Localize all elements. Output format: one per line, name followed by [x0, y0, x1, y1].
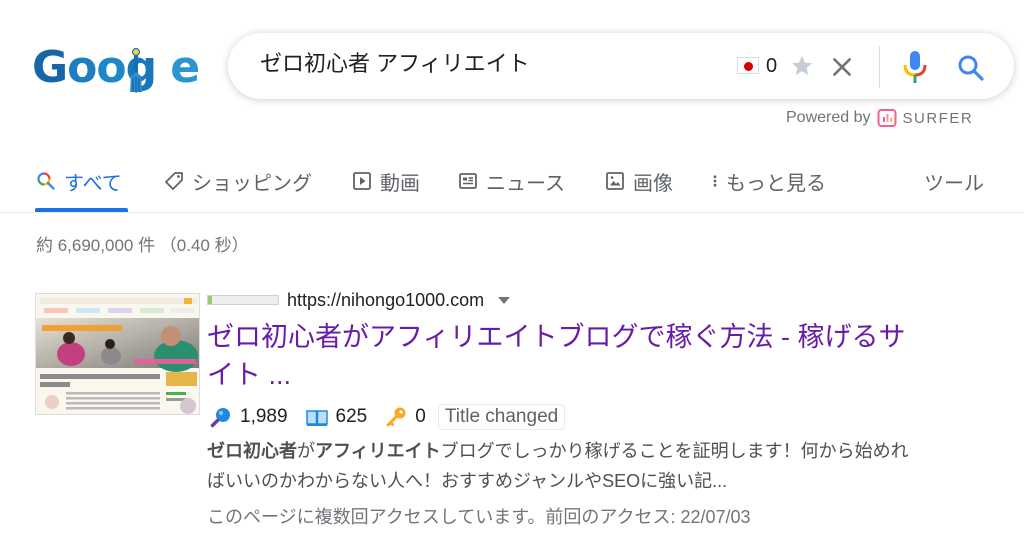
- close-icon[interactable]: [829, 54, 855, 80]
- tab-news[interactable]: ニュース: [458, 166, 565, 196]
- metric-value: 0: [415, 406, 426, 427]
- google-logo-text: Google: [32, 42, 200, 94]
- tab-videos[interactable]: 動画: [352, 166, 420, 196]
- active-tab-indicator: [35, 208, 128, 212]
- metric-value: 1,989: [240, 406, 288, 427]
- visited-note: このページに複数回アクセスしています。前回のアクセス: 22/07/03: [207, 507, 751, 527]
- news-icon: [459, 173, 477, 189]
- search-icon: [37, 172, 55, 190]
- result-stats: 約 6,690,000 件 （0.40 秒）: [36, 236, 249, 255]
- thumbnail-image: [36, 294, 199, 414]
- logo-letter: o: [96, 42, 126, 93]
- image-icon: [606, 172, 624, 190]
- keyword-counter: 0: [766, 55, 778, 77]
- graduation-tassel-icon: [130, 48, 142, 93]
- mic-icon[interactable]: [901, 50, 929, 84]
- tab-more[interactable]: もっと見る: [708, 166, 826, 196]
- logo-letter: o: [67, 42, 97, 93]
- tab-shopping[interactable]: ショッピング: [164, 166, 312, 196]
- snippet-bold: アフィリエイト: [315, 441, 441, 461]
- tab-label: 動画: [380, 172, 420, 195]
- tools-label: ツール: [924, 172, 984, 195]
- powered-by-surfer[interactable]: Powered by SURFER: [786, 108, 973, 128]
- tab-label: 画像: [633, 172, 673, 195]
- result-snippet: ゼロ初心者がアフィリエイトブログでしっかり稼げることを証明します！何から始めれば…: [207, 436, 919, 496]
- play-icon: [353, 172, 371, 190]
- tab-label: ニュース: [486, 172, 565, 195]
- search-tabs: すべて ショッピング 動画 ニュース 画像 もっと見る ツール: [0, 158, 1024, 213]
- tab-label: もっと見る: [726, 172, 826, 195]
- logo-letter: G: [32, 42, 68, 93]
- search-input[interactable]: ゼロ初心者 アフィリエイト: [260, 33, 530, 95]
- snippet-text: が: [297, 441, 315, 461]
- result-metrics: 1,989 625 0 Title changed: [210, 402, 566, 432]
- result-cite[interactable]: https://nihongo1000.com: [207, 289, 511, 311]
- search-divider: [879, 46, 880, 88]
- logo-letter: e: [170, 42, 200, 93]
- result-url[interactable]: https://nihongo1000.com: [287, 290, 484, 311]
- search-box[interactable]: ゼロ初心者 アフィリエイト 0: [228, 33, 1014, 99]
- tab-all[interactable]: すべて: [36, 166, 122, 196]
- seo-rank-bar: [207, 295, 279, 305]
- tab-label: すべて: [64, 172, 122, 195]
- google-logo[interactable]: Google: [32, 42, 200, 94]
- key-icon: [386, 407, 406, 427]
- tab-images[interactable]: 画像: [605, 166, 673, 196]
- book-icon: [305, 410, 328, 426]
- powered-by-label: Powered by: [786, 109, 871, 126]
- tools-button[interactable]: ツール: [924, 166, 984, 196]
- flag-dot: [744, 62, 753, 71]
- star-icon[interactable]: [790, 54, 814, 78]
- logo-letter: l: [156, 42, 170, 93]
- result-thumbnail[interactable]: [35, 293, 200, 415]
- magnifier-icon: [210, 408, 230, 428]
- flag-jp-icon[interactable]: [737, 57, 759, 74]
- title-changed-badge: Title changed: [437, 404, 566, 430]
- surfer-brand: SURFER: [902, 109, 974, 127]
- tab-label: ショッピング: [192, 172, 312, 195]
- snippet-bold: ゼロ初心者: [207, 441, 297, 461]
- result-title-link[interactable]: ゼロ初心者がアフィリエイトブログで稼ぐ方法 - 稼げるサイト ...: [207, 318, 919, 394]
- caret-down-icon[interactable]: [498, 296, 511, 304]
- surfer-logo-icon: [877, 109, 896, 127]
- search-icon[interactable]: [956, 53, 986, 83]
- tag-icon: [165, 172, 183, 190]
- metric-value: 625: [335, 406, 368, 427]
- more-vert-icon: [713, 175, 717, 187]
